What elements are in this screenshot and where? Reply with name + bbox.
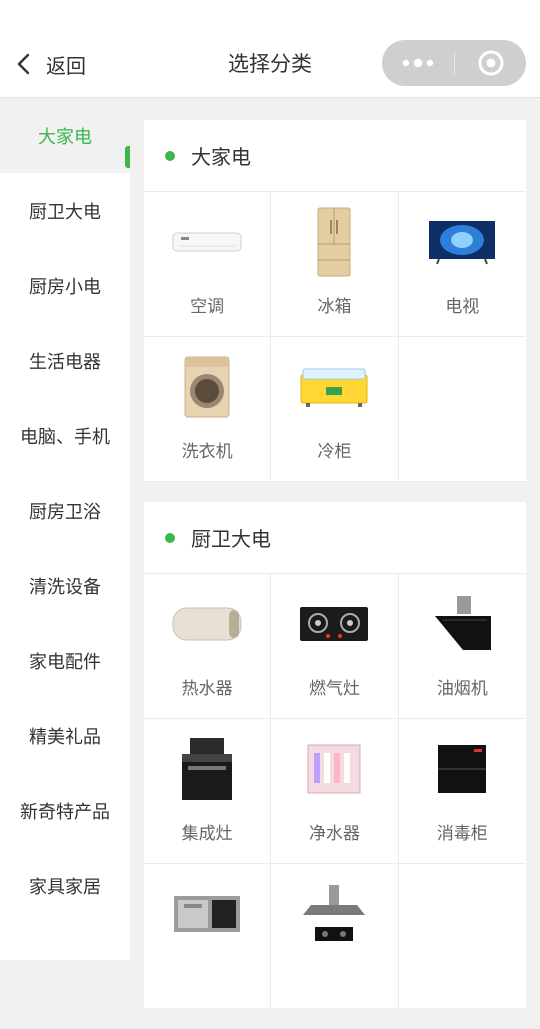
sidebar-item-label: 精美礼品 bbox=[29, 726, 101, 748]
category-cell[interactable]: 电视 bbox=[398, 192, 526, 337]
sidebar-item-1[interactable]: 厨卫大电 bbox=[0, 173, 130, 248]
television-icon bbox=[422, 202, 502, 282]
category-cell-label: 热水器 bbox=[181, 679, 233, 699]
category-cell[interactable]: 消毒柜 bbox=[398, 719, 526, 864]
category-cell[interactable]: 燃气灶 bbox=[271, 574, 399, 719]
category-sidebar: 大家电 厨卫大电 厨房小电 生活电器 电脑、手机 厨房卫浴 清洗设备 家电配件 … bbox=[0, 98, 130, 960]
chevron-left-icon bbox=[17, 53, 30, 75]
header-bar: 返回 选择分类 bbox=[0, 0, 540, 98]
category-content: 大家电空调 冰箱 电视洗衣机 冷柜厨卫大电热水器 燃气灶 油烟机集成灶 净水器 消毒柜 bbox=[144, 120, 526, 1029]
disinfection-cabinet-icon bbox=[422, 729, 502, 809]
category-cell-label: 冷柜 bbox=[317, 442, 352, 462]
integrated-stove-icon bbox=[167, 729, 247, 809]
sidebar-item-10[interactable]: 家具家居 bbox=[0, 848, 130, 923]
category-cell-label: 消毒柜 bbox=[436, 824, 488, 844]
category-cell[interactable]: 净水器 bbox=[271, 719, 399, 864]
sidebar-item-label: 家电配件 bbox=[29, 651, 101, 673]
sidebar-item-label: 厨卫大电 bbox=[29, 201, 101, 223]
sink-icon bbox=[167, 874, 247, 954]
category-cell-label: 空调 bbox=[190, 297, 225, 317]
range-hood-icon bbox=[422, 584, 502, 664]
empty-cell bbox=[398, 864, 526, 1009]
close-miniapp-button[interactable] bbox=[455, 40, 526, 86]
product-grid: 热水器 燃气灶 油烟机集成灶 净水器 消毒柜 bbox=[144, 574, 526, 1009]
category-cell[interactable]: 油烟机 bbox=[398, 574, 526, 719]
product-grid: 空调 冰箱 电视洗衣机 冷柜 bbox=[144, 192, 526, 482]
sidebar-item-5[interactable]: 厨房卫浴 bbox=[0, 473, 130, 548]
more-button[interactable] bbox=[382, 40, 454, 86]
category-cell[interactable]: 集成灶 bbox=[144, 719, 272, 864]
section-dot-icon bbox=[165, 150, 175, 161]
category-cell[interactable]: 洗衣机 bbox=[144, 337, 272, 482]
water-heater-icon bbox=[167, 584, 247, 664]
more-dots-icon bbox=[402, 58, 434, 68]
sidebar-item-label: 厨房卫浴 bbox=[29, 501, 101, 523]
category-cell[interactable]: 热水器 bbox=[144, 574, 272, 719]
chimney-hood-icon bbox=[294, 874, 374, 954]
gas-stove-icon bbox=[294, 584, 374, 664]
category-cell[interactable] bbox=[144, 864, 272, 1009]
category-cell-label: 电视 bbox=[445, 297, 480, 317]
category-cell[interactable]: 冰箱 bbox=[271, 192, 399, 337]
back-label: 返回 bbox=[46, 53, 86, 78]
empty-cell bbox=[398, 337, 526, 482]
air-conditioner-icon bbox=[167, 202, 247, 282]
category-cell-label: 洗衣机 bbox=[181, 442, 233, 462]
sidebar-item-label: 新奇特产品 bbox=[20, 801, 110, 823]
category-cell-label: 净水器 bbox=[308, 824, 360, 844]
section-header: 大家电 bbox=[144, 120, 526, 192]
sidebar-item-label: 家具家居 bbox=[29, 876, 101, 898]
sidebar-item-0[interactable]: 大家电 bbox=[0, 98, 130, 173]
category-section: 大家电空调 冰箱 电视洗衣机 冷柜 bbox=[144, 120, 526, 482]
sidebar-item-7[interactable]: 家电配件 bbox=[0, 623, 130, 698]
sidebar-item-label: 大家电 bbox=[38, 126, 92, 148]
refrigerator-icon bbox=[294, 202, 374, 282]
category-cell[interactable]: 空调 bbox=[144, 192, 272, 337]
category-cell[interactable] bbox=[271, 864, 399, 1009]
sidebar-item-label: 电脑、手机 bbox=[20, 426, 110, 448]
sidebar-item-2[interactable]: 厨房小电 bbox=[0, 248, 130, 323]
category-cell-label: 燃气灶 bbox=[308, 679, 360, 699]
section-title: 厨卫大电 bbox=[191, 527, 271, 551]
water-purifier-icon bbox=[294, 729, 374, 809]
sidebar-item-3[interactable]: 生活电器 bbox=[0, 323, 130, 398]
sidebar-item-9[interactable]: 新奇特产品 bbox=[0, 773, 130, 848]
sidebar-item-label: 厨房小电 bbox=[29, 276, 101, 298]
sidebar-item-label: 生活电器 bbox=[29, 351, 101, 373]
category-cell-label: 冰箱 bbox=[317, 297, 352, 317]
category-cell-label: 油烟机 bbox=[436, 679, 488, 699]
category-cell[interactable]: 冷柜 bbox=[271, 337, 399, 482]
sidebar-item-6[interactable]: 清洗设备 bbox=[0, 548, 130, 623]
washing-machine-icon bbox=[167, 347, 247, 427]
category-section: 厨卫大电热水器 燃气灶 油烟机集成灶 净水器 消毒柜 bbox=[144, 502, 526, 1009]
sidebar-item-label: 清洗设备 bbox=[29, 576, 101, 598]
miniapp-capsule bbox=[382, 40, 526, 86]
section-title: 大家电 bbox=[191, 145, 251, 169]
section-header: 厨卫大电 bbox=[144, 502, 526, 574]
chest-freezer-icon bbox=[294, 347, 374, 427]
sidebar-item-4[interactable]: 电脑、手机 bbox=[0, 398, 130, 473]
section-dot-icon bbox=[165, 532, 175, 543]
category-cell-label: 集成灶 bbox=[181, 824, 233, 844]
target-circle-icon bbox=[478, 50, 503, 76]
back-button[interactable]: 返回 bbox=[14, 46, 86, 82]
active-indicator bbox=[125, 146, 130, 168]
sidebar-item-8[interactable]: 精美礼品 bbox=[0, 698, 130, 773]
